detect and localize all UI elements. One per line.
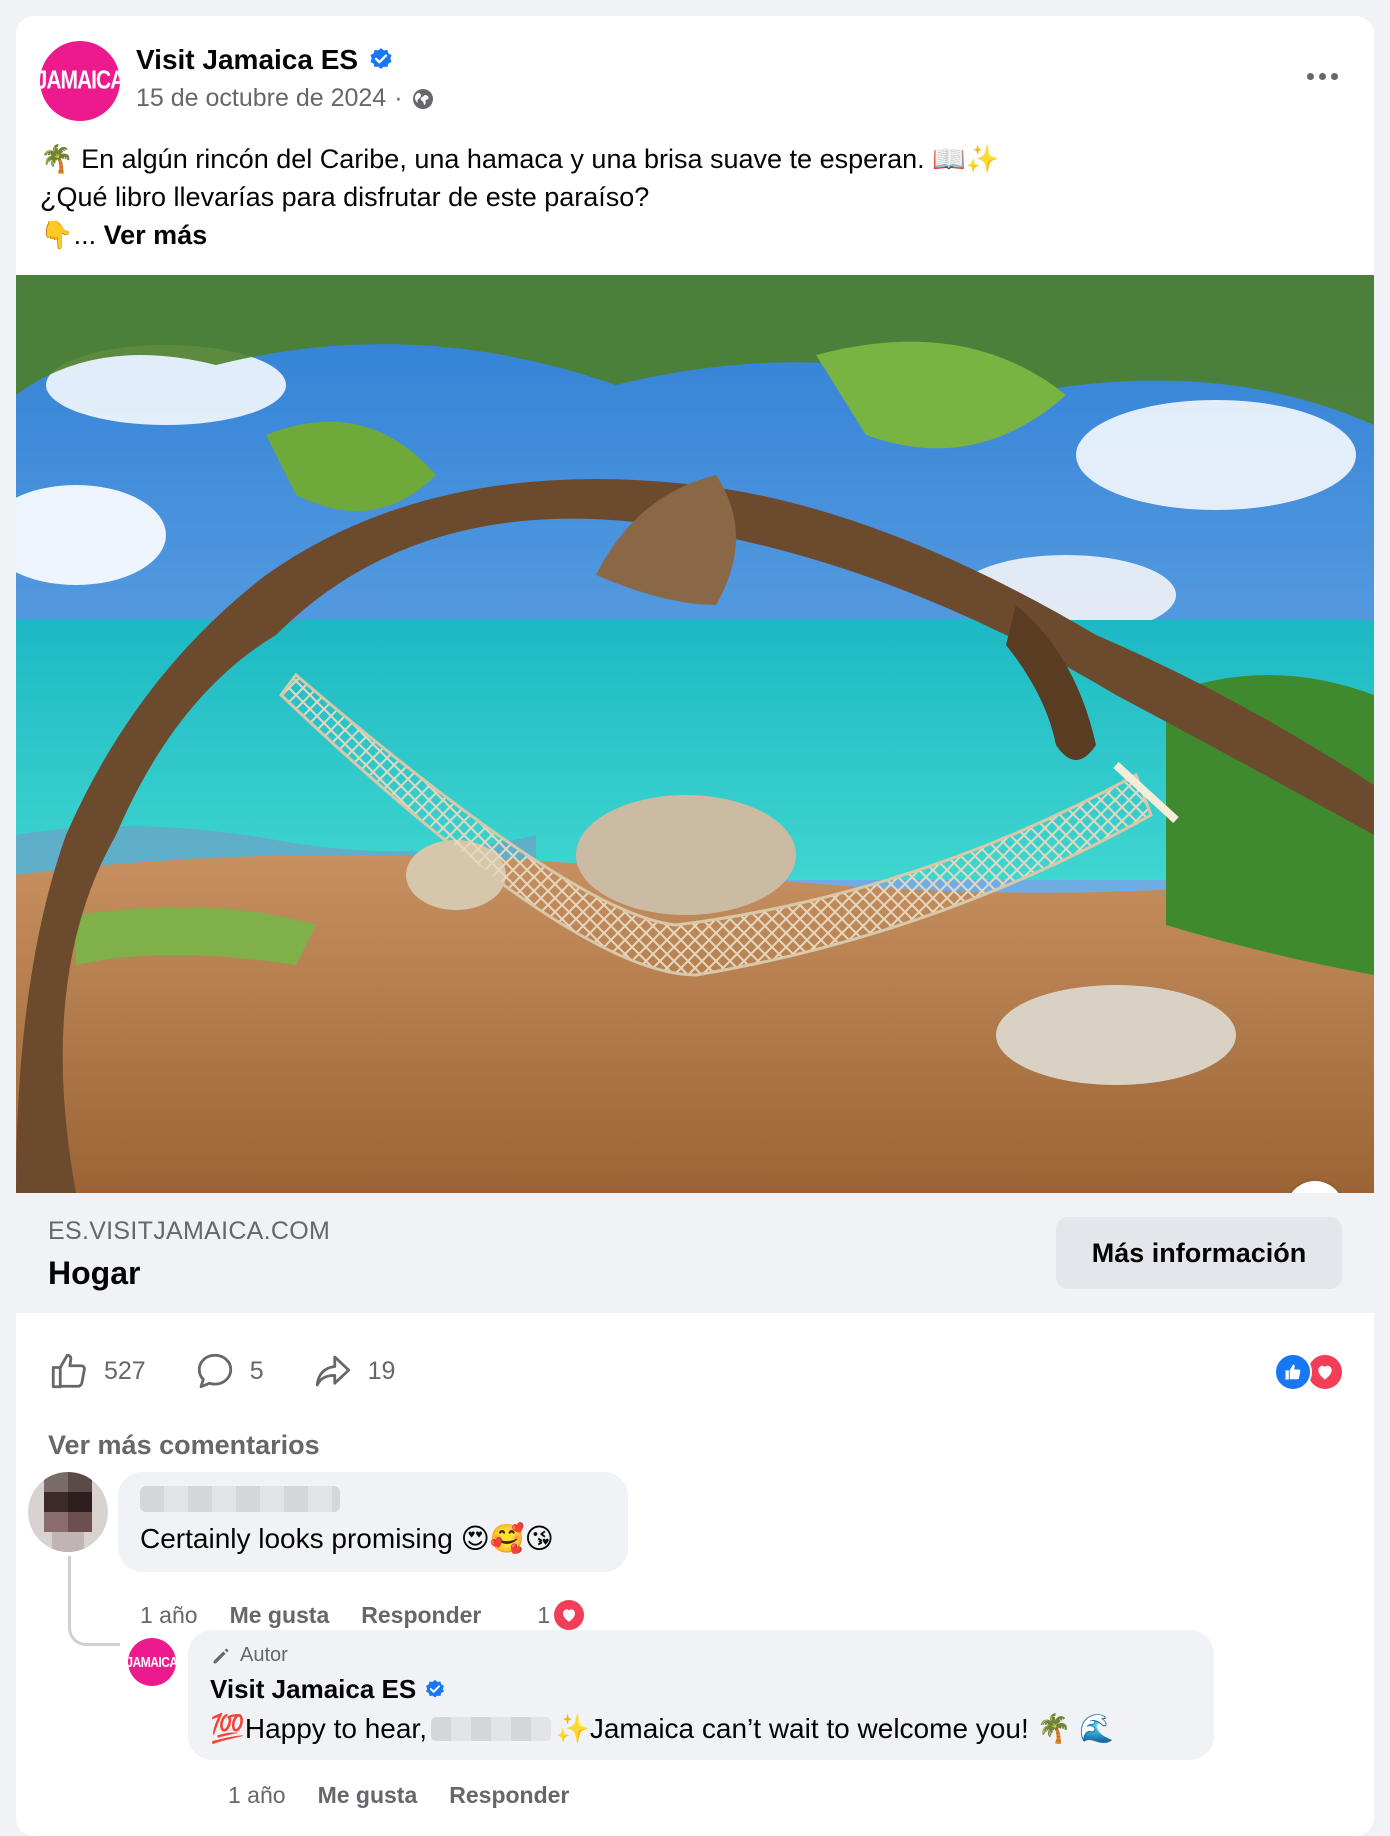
- reply-meta: 1 año Me gusta Responder: [228, 1782, 569, 1809]
- comment-reaction-count: 1: [537, 1601, 551, 1628]
- comment-time[interactable]: 1 año: [140, 1602, 198, 1629]
- reply-reply-button[interactable]: Responder: [449, 1782, 569, 1809]
- verified-badge-icon: [426, 1679, 445, 1698]
- comment-like-button[interactable]: Me gusta: [230, 1602, 330, 1629]
- like-button[interactable]: 527: [48, 1350, 146, 1392]
- meta-separator: ·: [394, 84, 403, 112]
- dot-icon: [1306, 72, 1314, 80]
- more-options-button[interactable]: [1294, 56, 1350, 96]
- blurred-avatar-image: [28, 1472, 108, 1552]
- like-reaction-icon: [1274, 1353, 1312, 1391]
- share-button[interactable]: 19: [312, 1350, 396, 1392]
- comment-button[interactable]: 5: [194, 1350, 264, 1392]
- share-count: 19: [367, 1356, 396, 1385]
- learn-more-button[interactable]: Más información: [1056, 1217, 1342, 1289]
- view-more-comments-link[interactable]: Ver más comentarios: [48, 1430, 320, 1461]
- dot-icon: [1318, 72, 1326, 80]
- reply-text: 💯Happy to hear, ✨Jamaica can’t wait to w…: [210, 1712, 1114, 1745]
- reply-author-label: Visit Jamaica ES: [210, 1674, 417, 1704]
- reply-bubble: Autor Visit Jamaica ES 💯Happy to hear, ✨…: [188, 1630, 1214, 1760]
- reply-time[interactable]: 1 año: [228, 1782, 286, 1809]
- post-text: 🌴 En algún rincón del Caribe, una hamaca…: [40, 140, 999, 254]
- post-date[interactable]: 15 de octubre de 2024: [136, 84, 386, 113]
- link-title: Hogar: [48, 1255, 141, 1291]
- post-text-line3: 👇... Ver más: [40, 216, 999, 254]
- post-text-line1: 🌴 En algún rincón del Caribe, una hamaca…: [40, 144, 1000, 174]
- beach-hammock-photo: [16, 275, 1374, 1193]
- post-image[interactable]: [16, 275, 1374, 1193]
- reply-page-avatar[interactable]: JAMAICA: [128, 1638, 176, 1686]
- comment-meta: 1 año Me gusta Responder 1: [140, 1598, 587, 1632]
- post-meta: 15 de octubre de 2024 ·: [136, 84, 435, 113]
- comment-icon: [197, 1353, 232, 1389]
- blurred-mention[interactable]: [431, 1716, 551, 1741]
- author-badge: Autor: [210, 1644, 288, 1667]
- comment-reaction-summary[interactable]: 1: [537, 1598, 587, 1632]
- reply-thread-line: [68, 1556, 120, 1646]
- commenter-avatar[interactable]: [28, 1472, 108, 1552]
- globe-icon: [412, 88, 433, 109]
- verified-badge-icon: [370, 48, 392, 69]
- post-actions: 527 5 19: [48, 1350, 395, 1392]
- comment-bubble: Certainly looks promising 😍🥰😘: [118, 1472, 628, 1572]
- post-card: JAMAICA Visit Jamaica ES 15 de octubre d…: [16, 16, 1374, 1836]
- reaction-summary[interactable]: [1274, 1353, 1344, 1391]
- post-text-line2: ¿Qué libro llevarías para disfrutar de e…: [40, 182, 650, 212]
- blurred-commenter-name[interactable]: [140, 1486, 340, 1512]
- like-count: 527: [104, 1356, 146, 1385]
- link-domain: ES.VISITJAMAICA.COM: [48, 1217, 331, 1245]
- link-preview[interactable]: ES.VISITJAMAICA.COM Hogar Más informació…: [16, 1193, 1374, 1313]
- page-name-label: Visit Jamaica ES: [136, 44, 359, 75]
- thumbs-up-icon: [51, 1353, 86, 1389]
- post-text-line3-prefix: 👇...: [40, 220, 97, 250]
- comment-reply-button[interactable]: Responder: [361, 1602, 481, 1629]
- pencil-icon: [213, 1648, 229, 1663]
- love-reaction-icon: [552, 1598, 587, 1632]
- dot-icon: [1330, 72, 1338, 80]
- reply-like-button[interactable]: Me gusta: [318, 1782, 418, 1809]
- reply-text-suffix: ✨Jamaica can’t wait to welcome you! 🌴 🌊: [555, 1713, 1115, 1744]
- page-name[interactable]: Visit Jamaica ES: [136, 44, 394, 76]
- jamaica-logo: JAMAICA: [128, 1653, 176, 1671]
- see-more-link[interactable]: Ver más: [104, 220, 208, 250]
- share-icon: [315, 1355, 350, 1387]
- comment-text: Certainly looks promising 😍🥰😘: [140, 1523, 554, 1554]
- page-avatar[interactable]: JAMAICA: [40, 41, 120, 121]
- reply-text-prefix: 💯Happy to hear,: [210, 1713, 427, 1744]
- jamaica-logo: JAMAICA: [40, 66, 120, 95]
- comment-count: 5: [249, 1356, 264, 1385]
- reply-author-name[interactable]: Visit Jamaica ES: [210, 1674, 446, 1705]
- author-badge-label: Autor: [240, 1644, 288, 1666]
